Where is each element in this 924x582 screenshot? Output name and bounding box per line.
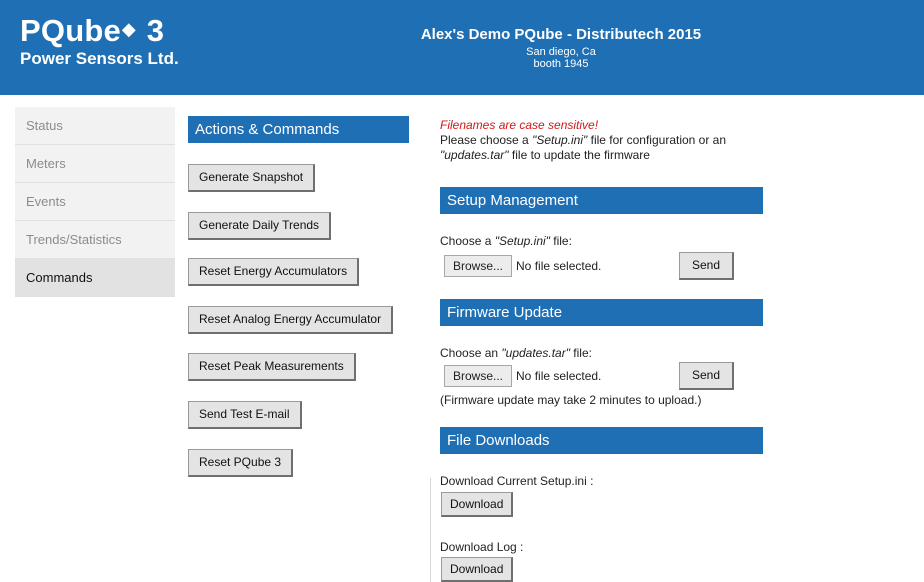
firmware-file-status: No file selected.: [516, 369, 602, 383]
device-info: Alex's Demo PQube - Distributech 2015 Sa…: [380, 26, 742, 70]
page-header: PQube◆ 3 Power Sensors Ltd. Alex's Demo …: [0, 0, 924, 95]
instructions-suffix: file for configuration or an: [587, 133, 727, 147]
file-management-panel: Filenames are case sensitive! Please cho…: [440, 118, 770, 163]
company-name: Power Sensors Ltd.: [20, 49, 179, 68]
firmware-choose-suffix: file:: [569, 346, 592, 360]
device-title: Alex's Demo PQube - Distributech 2015: [420, 26, 702, 43]
download-setup-button[interactable]: Download: [441, 492, 514, 517]
sidebar-item-events[interactable]: Events: [15, 183, 175, 221]
reset-energy-accumulators-button[interactable]: Reset Energy Accumulators: [188, 258, 360, 286]
updates-tar-filename: "updates.tar": [440, 148, 509, 162]
setup-management-heading: Setup Management: [440, 187, 763, 214]
firmware-send-button[interactable]: Send: [679, 362, 735, 390]
device-location: San diego, Ca: [526, 46, 596, 58]
logo: PQube◆ 3 Power Sensors Ltd.: [20, 14, 179, 69]
actions-panel: Actions & Commands Generate Snapshot Gen…: [188, 116, 409, 477]
firmware-browse-button[interactable]: Browse...: [444, 365, 513, 387]
setup-choose-suffix: file:: [549, 234, 572, 248]
setup-send-button[interactable]: Send: [679, 252, 735, 280]
sidebar-item-commands[interactable]: Commands: [15, 259, 175, 297]
sidebar-item-status[interactable]: Status: [15, 107, 175, 145]
firmware-choose-label: Choose an "updates.tar" file:: [440, 346, 592, 360]
download-log-label: Download Log :: [440, 540, 524, 554]
case-sensitive-warning: Filenames are case sensitive!: [440, 118, 599, 132]
firmware-file-picker: Browse... No file selected.: [444, 364, 601, 388]
reset-peak-measurements-button[interactable]: Reset Peak Measurements: [188, 353, 356, 381]
instructions-line-1: Please choose a "Setup.ini" file for con…: [440, 133, 770, 148]
logo-title: PQube◆ 3: [20, 14, 179, 48]
generate-daily-trends-button[interactable]: Generate Daily Trends: [188, 212, 332, 240]
firmware-upload-note: (Firmware update may take 2 minutes to u…: [440, 393, 702, 407]
divider: [430, 478, 431, 582]
instructions-line-2: "updates.tar" file to update the firmwar…: [440, 148, 770, 163]
logo-suffix: 3: [146, 13, 165, 48]
firmware-update-heading: Firmware Update: [440, 299, 763, 326]
instructions-line-2-suffix: file to update the firmware: [508, 148, 650, 162]
setup-file-picker: Browse... No file selected.: [444, 254, 601, 278]
sidebar-item-meters[interactable]: Meters: [15, 145, 175, 183]
setup-choose-prefix: Choose a: [440, 234, 495, 248]
file-downloads-heading: File Downloads: [440, 427, 763, 454]
firmware-choose-prefix: Choose an: [440, 346, 502, 360]
device-booth: booth 1945: [533, 58, 589, 70]
setup-choose-filename: "Setup.ini": [494, 234, 550, 248]
setup-file-status: No file selected.: [516, 259, 602, 273]
logo-name: PQube: [20, 13, 121, 48]
download-log-button[interactable]: Download: [441, 557, 514, 582]
send-test-email-button[interactable]: Send Test E-mail: [188, 401, 302, 429]
sidebar-item-trends-statistics[interactable]: Trends/Statistics: [15, 221, 175, 259]
download-setup-label: Download Current Setup.ini :: [440, 474, 594, 488]
firmware-choose-filename: "updates.tar": [501, 346, 570, 360]
instructions-prefix: Please choose a: [440, 133, 533, 147]
setup-choose-label: Choose a "Setup.ini" file:: [440, 234, 572, 248]
reset-analog-energy-accumulator-button[interactable]: Reset Analog Energy Accumulator: [188, 306, 394, 334]
diamond-icon: ◆: [121, 19, 136, 39]
setup-browse-button[interactable]: Browse...: [444, 255, 513, 277]
reset-pqube-button[interactable]: Reset PQube 3: [188, 449, 294, 477]
actions-heading: Actions & Commands: [188, 116, 409, 143]
generate-snapshot-button[interactable]: Generate Snapshot: [188, 164, 316, 192]
sidebar: Status Meters Events Trends/Statistics C…: [15, 107, 175, 297]
setup-ini-filename: "Setup.ini": [532, 133, 588, 147]
